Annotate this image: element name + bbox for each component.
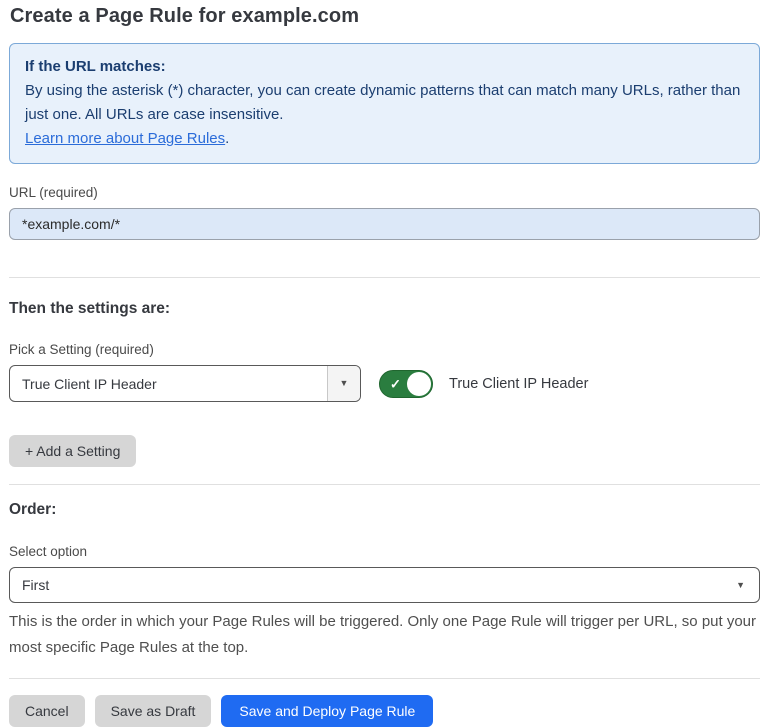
true-client-ip-toggle[interactable]: ✓ [379, 370, 433, 398]
link-period: . [225, 130, 229, 147]
order-selected-value: First [22, 577, 49, 593]
save-and-deploy-button[interactable]: Save and Deploy Page Rule [221, 695, 433, 727]
settings-section: Then the settings are: Pick a Setting (r… [9, 300, 760, 467]
divider [9, 678, 760, 679]
chevron-down-icon: ▼ [736, 581, 745, 590]
learn-more-link[interactable]: Learn more about Page Rules [25, 130, 225, 147]
pick-setting-dropdown-button[interactable]: ▼ [327, 366, 360, 401]
add-setting-button[interactable]: + Add a Setting [9, 435, 136, 467]
pick-setting-dropdown[interactable]: True Client IP Header ▼ [9, 365, 361, 402]
page-title: Create a Page Rule for example.com [9, 5, 760, 28]
divider [9, 484, 760, 485]
url-field-label: URL (required) [9, 185, 760, 200]
order-dropdown[interactable]: First ▼ [9, 567, 760, 603]
url-input[interactable] [9, 208, 760, 240]
url-section: URL (required) [9, 185, 760, 240]
setting-toggle-group: ✓ True Client IP Header [379, 370, 588, 398]
pick-setting-selected-value: True Client IP Header [10, 366, 327, 401]
toggle-label: True Client IP Header [449, 376, 588, 392]
info-box-heading: If the URL matches: [25, 55, 744, 79]
setting-row: True Client IP Header ▼ ✓ True Client IP… [9, 365, 760, 402]
footer-actions: Cancel Save as Draft Save and Deploy Pag… [9, 695, 760, 727]
save-as-draft-button[interactable]: Save as Draft [95, 695, 212, 727]
create-page-rule-form: Create a Page Rule for example.com If th… [0, 0, 769, 727]
info-box-body: By using the asterisk (*) character, you… [25, 79, 744, 127]
check-icon: ✓ [390, 377, 401, 390]
info-box-link-line: Learn more about Page Rules. [25, 127, 744, 151]
order-help-text: This is the order in which your Page Rul… [9, 609, 760, 661]
order-heading: Order: [9, 501, 760, 519]
settings-heading: Then the settings are: [9, 300, 760, 318]
order-section: Order: Select option First ▼ This is the… [9, 501, 760, 661]
url-match-info-box: If the URL matches: By using the asteris… [9, 43, 760, 164]
chevron-down-icon: ▼ [340, 379, 349, 388]
pick-setting-label: Pick a Setting (required) [9, 342, 760, 357]
cancel-button[interactable]: Cancel [9, 695, 85, 727]
divider [9, 277, 760, 278]
toggle-knob [407, 372, 431, 396]
select-option-label: Select option [9, 544, 760, 559]
